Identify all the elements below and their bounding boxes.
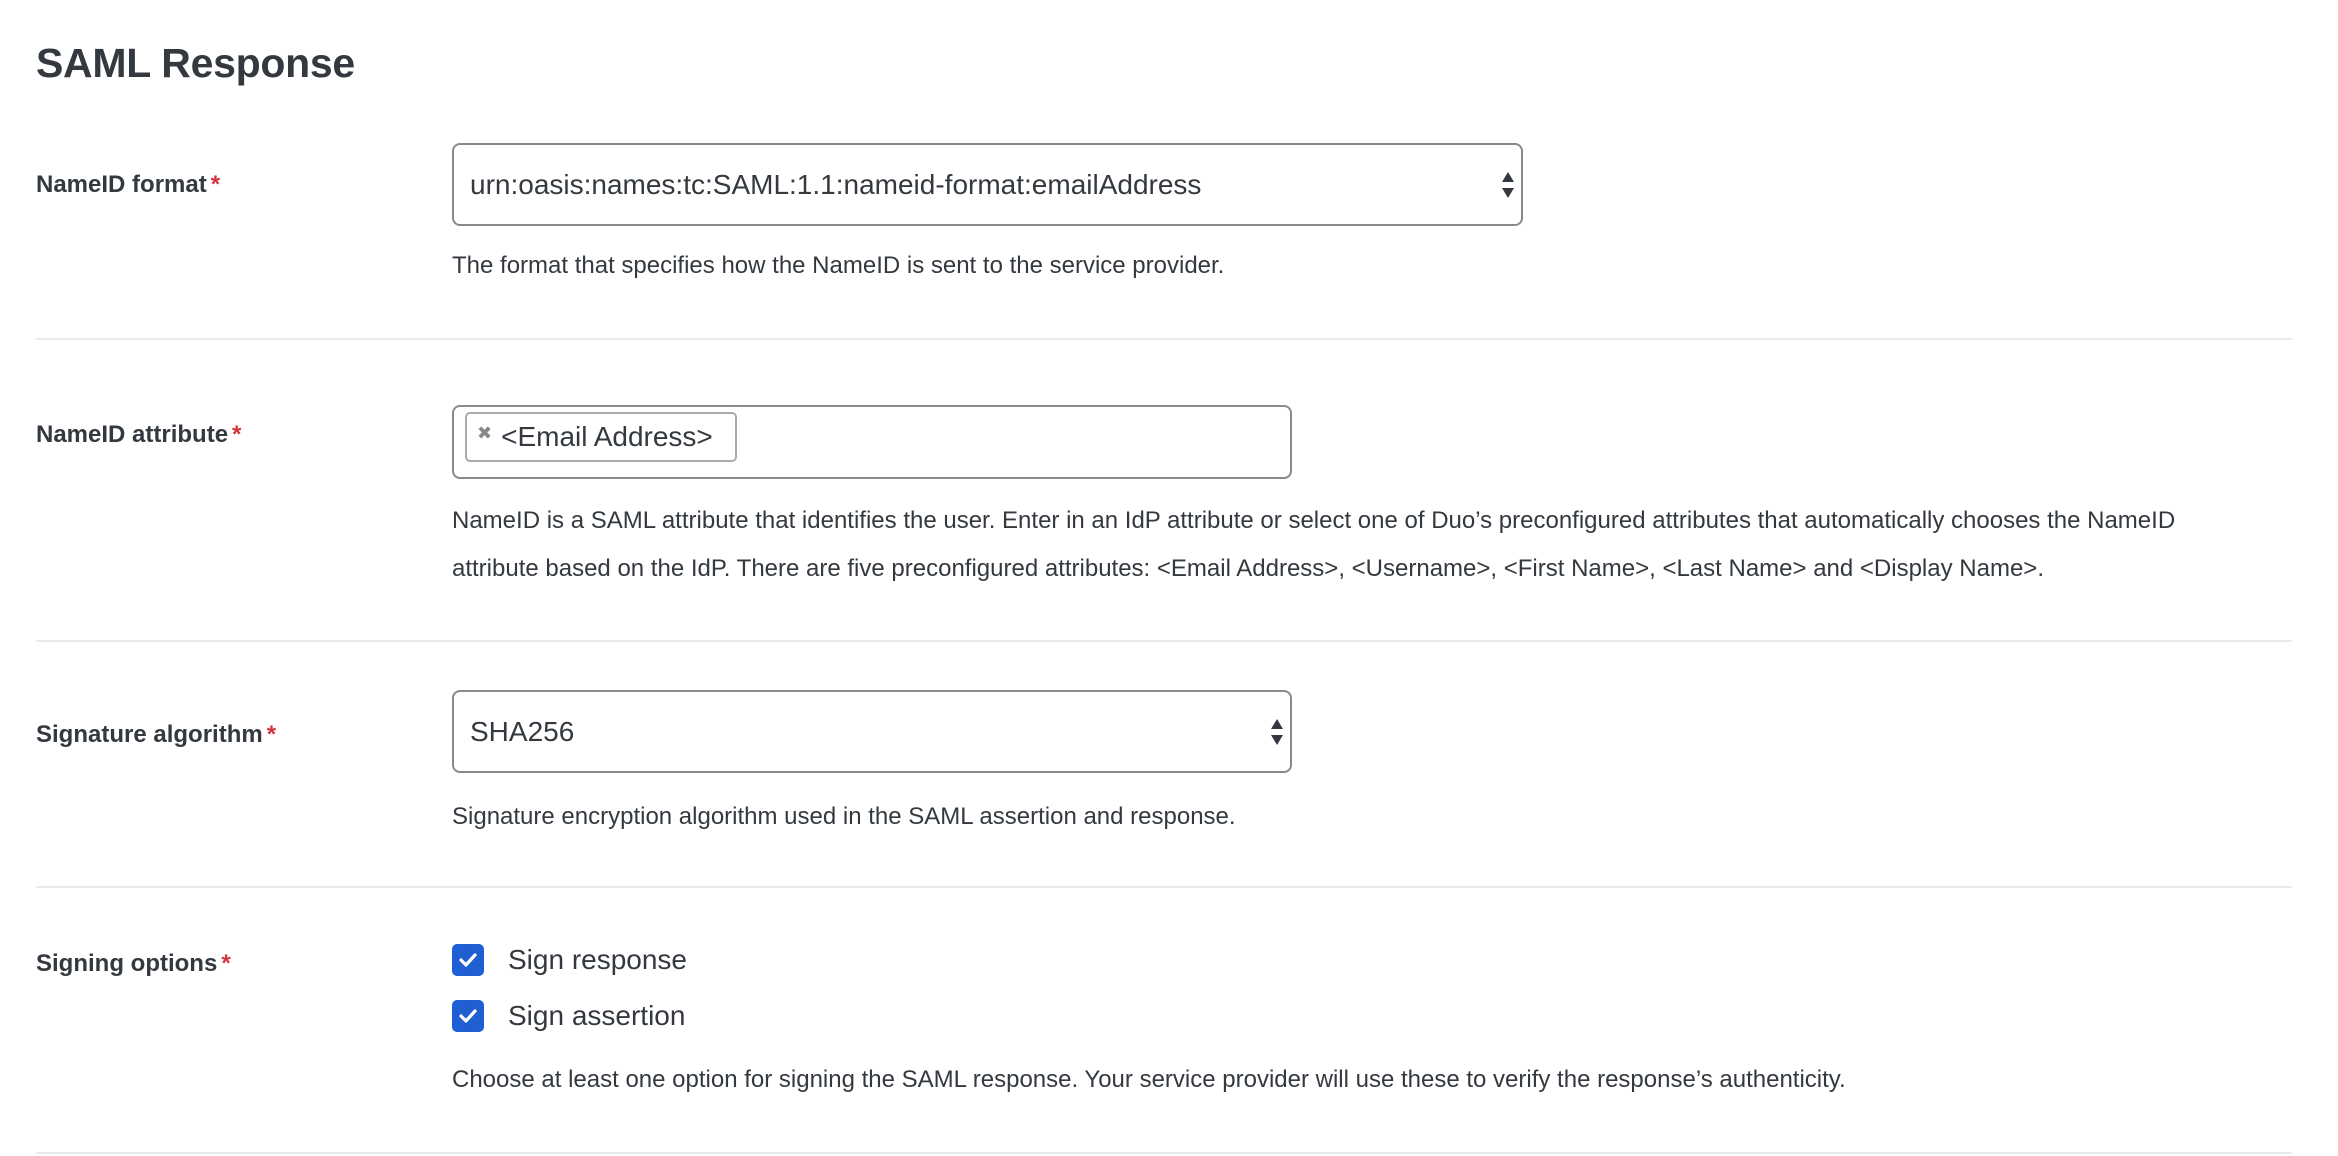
sign-assertion-checkbox[interactable] [452,1000,484,1032]
required-marker: * [232,421,242,448]
section-divider [36,1152,2292,1154]
select-arrows-icon [1271,718,1283,745]
nameid-format-select[interactable]: urn:oasis:names:tc:SAML:1.1:nameid-forma… [452,143,1523,226]
page-title: SAML Response [36,40,355,86]
sign-assertion-label: Sign assertion [508,1000,686,1031]
sign-response-option[interactable]: Sign response [452,944,687,976]
signature-algorithm-help: Signature encryption algorithm used in t… [452,803,1236,830]
signature-algorithm-select[interactable]: SHA256 [452,690,1292,773]
nameid-attribute-label-text: NameID attribute [36,421,229,448]
nameid-attribute-tag-input[interactable]: ✖ <Email Address> [452,405,1292,479]
tag-chip-email-address: ✖ <Email Address> [465,412,737,462]
nameid-format-help: The format that specifies how the NameID… [452,252,1225,279]
nameid-format-label: NameID format * [36,170,220,200]
select-arrows-icon [1502,171,1514,198]
nameid-format-label-text: NameID format [36,171,207,198]
nameid-format-select-value: urn:oasis:names:tc:SAML:1.1:nameid-forma… [470,168,1202,200]
section-divider [36,640,2292,642]
nameid-attribute-help-line-2: attribute based on the IdP. There are fi… [452,555,2044,582]
section-divider [36,886,2292,888]
required-marker: * [221,950,231,977]
signing-options-label-text: Signing options [36,950,218,977]
signing-options-help: Choose at least one option for signing t… [452,1066,1846,1093]
nameid-attribute-help-line-1: NameID is a SAML attribute that identifi… [452,507,2176,534]
signature-algorithm-select-value: SHA256 [470,715,575,747]
sign-response-label: Sign response [508,944,688,975]
required-marker: * [210,171,221,198]
signature-algorithm-label-text: Signature algorithm [36,721,263,748]
sign-assertion-option[interactable]: Sign assertion [452,1000,685,1032]
required-marker: * [266,721,277,748]
sign-response-checkbox[interactable] [452,944,484,976]
checkmark-icon [459,1009,477,1023]
close-icon[interactable]: ✖ [477,424,492,442]
signing-options-label: Signing options * [36,949,231,979]
tag-chip-text: <Email Address> [501,421,713,452]
signature-algorithm-label: Signature algorithm * [36,720,276,750]
checkmark-icon [459,953,477,967]
section-divider [36,338,2292,340]
nameid-attribute-label: NameID attribute * [36,420,241,450]
